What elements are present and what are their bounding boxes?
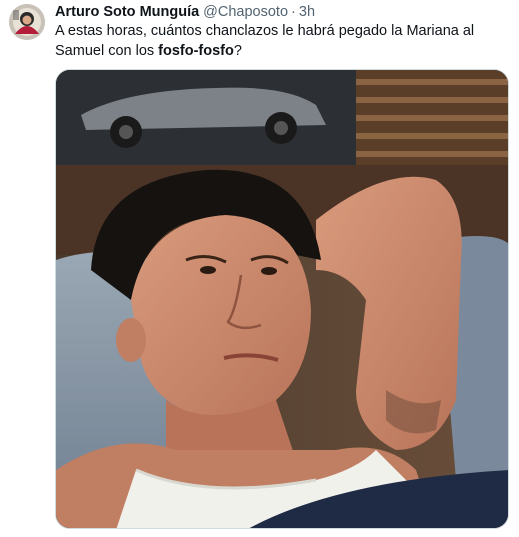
tweet-timestamp[interactable]: 3h bbox=[299, 4, 315, 20]
author-handle[interactable]: @Chaposoto bbox=[203, 4, 288, 20]
tweet-text-bold: fosfo-fosfo bbox=[158, 42, 234, 59]
tweet-text: A estas horas, cuántos chanclazos le hab… bbox=[55, 22, 510, 61]
author-name[interactable]: Arturo Soto Munguía bbox=[55, 4, 199, 20]
tweet-media-photo[interactable] bbox=[55, 69, 509, 529]
tweet-text-part2: ? bbox=[233, 42, 242, 59]
photo-illustration bbox=[56, 70, 508, 528]
avatar[interactable] bbox=[9, 4, 45, 40]
tweet[interactable]: Arturo Soto Munguía @Chaposoto · 3h A estas… bbox=[0, 0, 519, 537]
tweet-header: Arturo Soto Munguía @Chaposoto · 3h bbox=[55, 2, 315, 22]
tweet-text-part1: A estas horas, cuántos chanclazos le hab… bbox=[55, 23, 475, 59]
separator-dot: · bbox=[291, 4, 296, 20]
user-avatar-icon bbox=[9, 4, 45, 40]
